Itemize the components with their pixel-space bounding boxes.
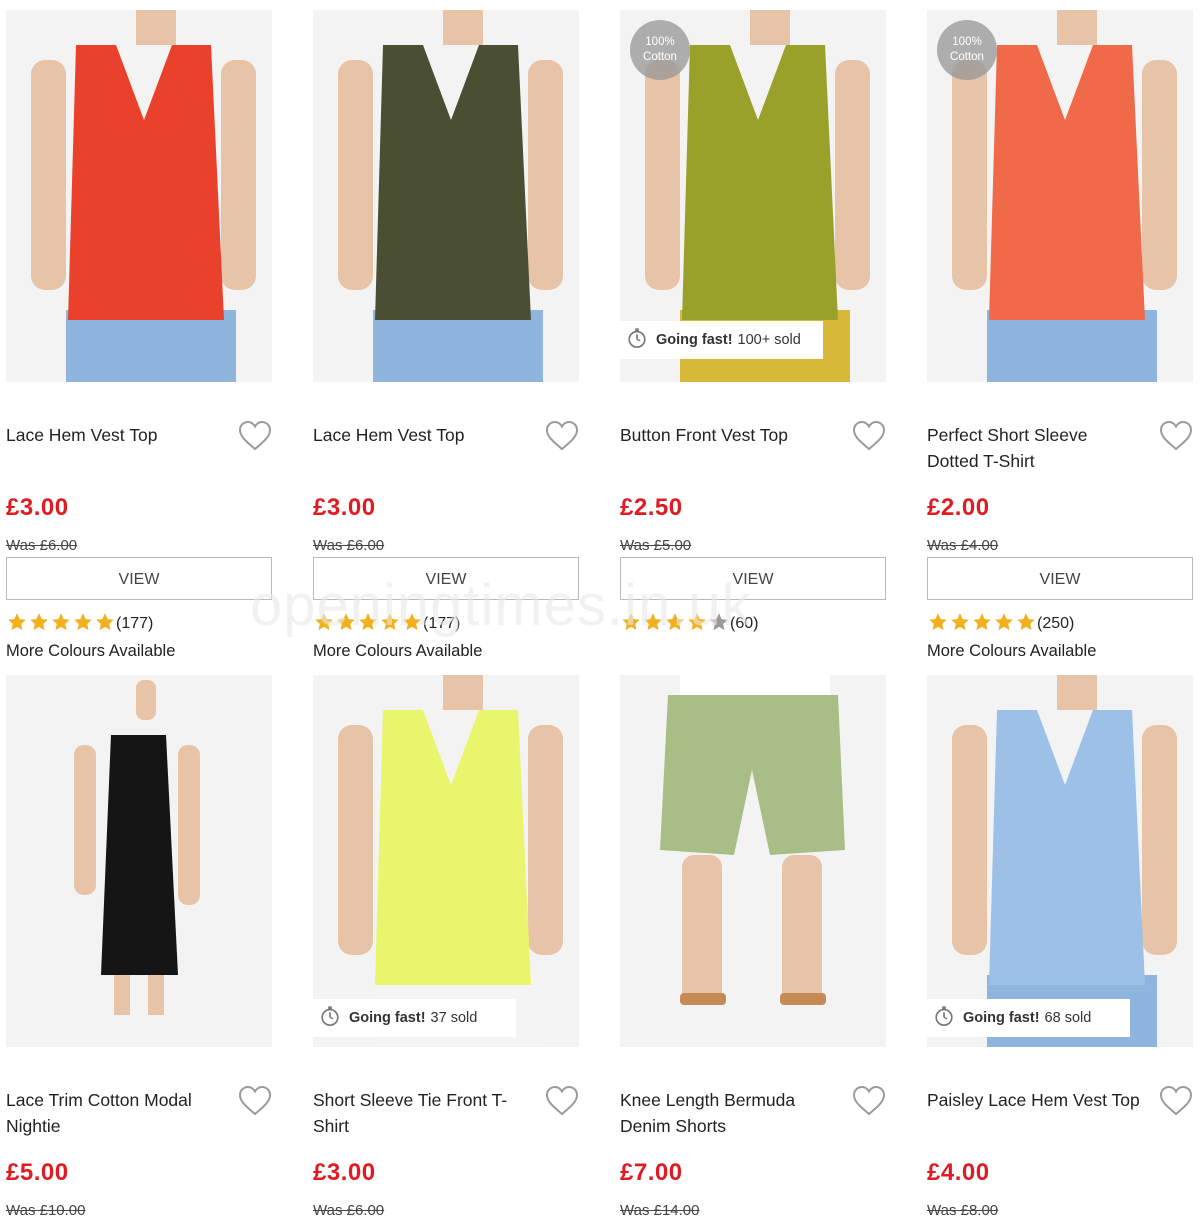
sold-count: 37 sold — [430, 1010, 478, 1026]
star-filled-icon — [50, 611, 72, 638]
view-button[interactable]: VIEW — [620, 557, 886, 600]
sale-price: £7.00 — [620, 1159, 683, 1186]
rating[interactable]: (177) — [6, 611, 153, 637]
was-price: Was £4.00 — [927, 537, 999, 554]
star-filled-icon — [401, 611, 423, 638]
going-fast-banner: Going fast! 37 sold — [313, 999, 516, 1037]
sale-price: £5.00 — [6, 1159, 69, 1186]
star-rating — [313, 611, 423, 638]
wishlist-heart-icon[interactable] — [1159, 420, 1193, 452]
product-image[interactable]: 100% Cotton Going fast! 100+ sold — [620, 10, 886, 382]
review-count: (177) — [423, 615, 461, 632]
product-name[interactable]: Button Front Vest Top — [620, 422, 835, 448]
wishlist-heart-icon[interactable] — [852, 420, 886, 452]
more-colours-link[interactable]: More Colours Available — [927, 642, 1096, 661]
product-name[interactable]: Lace Hem Vest Top — [6, 422, 221, 448]
rating[interactable]: (60) — [620, 611, 758, 637]
product-name[interactable]: Lace Hem Vest Top — [313, 422, 528, 448]
review-count: (250) — [1037, 615, 1075, 632]
was-price: Was £6.00 — [313, 1202, 385, 1219]
star-filled-icon — [313, 611, 335, 638]
star-filled-icon — [357, 611, 379, 638]
sale-price: £2.00 — [927, 494, 990, 521]
star-filled-icon — [642, 611, 664, 638]
view-button[interactable]: VIEW — [313, 557, 579, 600]
star-filled-icon — [1015, 611, 1037, 638]
star-filled-icon — [664, 611, 686, 638]
stopwatch-icon — [933, 1005, 963, 1031]
sale-price: £4.00 — [927, 1159, 990, 1186]
cotton-badge: 100% Cotton — [937, 20, 997, 80]
wishlist-heart-icon[interactable] — [545, 420, 579, 452]
was-price: Was £6.00 — [6, 537, 78, 554]
star-filled-icon — [971, 611, 993, 638]
star-filled-icon — [686, 611, 708, 638]
product-image[interactable] — [313, 10, 579, 382]
was-price: Was £6.00 — [313, 537, 385, 554]
product-name[interactable]: Knee Length Bermuda Denim Shorts — [620, 1087, 835, 1139]
was-price: Was £14.00 — [620, 1202, 700, 1219]
sold-count: 100+ sold — [737, 332, 801, 348]
going-fast-label: Going fast! — [963, 1010, 1040, 1026]
sale-price: £3.00 — [313, 1159, 376, 1186]
more-colours-link[interactable]: More Colours Available — [6, 642, 175, 661]
sold-count: 68 sold — [1044, 1010, 1092, 1026]
sale-price: £3.00 — [6, 494, 69, 521]
going-fast-label: Going fast! — [656, 332, 733, 348]
star-rating — [620, 611, 730, 638]
star-filled-icon — [379, 611, 401, 638]
star-filled-icon — [72, 611, 94, 638]
product-name[interactable]: Lace Trim Cotton Modal Nightie — [6, 1087, 221, 1139]
product-image[interactable] — [6, 10, 272, 382]
view-button[interactable]: VIEW — [6, 557, 272, 600]
product-name[interactable]: Perfect Short Sleeve Dotted T-Shirt — [927, 422, 1142, 474]
star-rating — [6, 611, 116, 638]
star-filled-icon — [28, 611, 50, 638]
product-name[interactable]: Short Sleeve Tie Front T-Shirt — [313, 1087, 528, 1139]
sale-price: £3.00 — [313, 494, 376, 521]
star-filled-icon — [335, 611, 357, 638]
product-image[interactable]: Going fast! 68 sold — [927, 675, 1193, 1047]
was-price: Was £5.00 — [620, 537, 692, 554]
wishlist-heart-icon[interactable] — [1159, 1085, 1193, 1117]
star-filled-icon — [993, 611, 1015, 638]
was-price: Was £8.00 — [927, 1202, 999, 1219]
going-fast-banner: Going fast! 100+ sold — [620, 321, 823, 359]
wishlist-heart-icon[interactable] — [238, 420, 272, 452]
star-filled-icon — [949, 611, 971, 638]
star-filled-icon — [927, 611, 949, 638]
product-image[interactable]: Going fast! 37 sold — [313, 675, 579, 1047]
rating[interactable]: (250) — [927, 611, 1074, 637]
wishlist-heart-icon[interactable] — [545, 1085, 579, 1117]
product-image[interactable] — [620, 675, 886, 1047]
star-filled-icon — [6, 611, 28, 638]
view-button[interactable]: VIEW — [927, 557, 1193, 600]
wishlist-heart-icon[interactable] — [852, 1085, 886, 1117]
review-count: (177) — [116, 615, 154, 632]
was-price: Was £10.00 — [6, 1202, 86, 1219]
star-filled-icon — [94, 611, 116, 638]
going-fast-banner: Going fast! 68 sold — [927, 999, 1130, 1037]
review-count: (60) — [730, 615, 759, 632]
star-rating — [927, 611, 1037, 638]
cotton-badge: 100% Cotton — [630, 20, 690, 80]
product-name[interactable]: Paisley Lace Hem Vest Top — [927, 1087, 1142, 1113]
more-colours-link[interactable]: More Colours Available — [313, 642, 482, 661]
product-image[interactable] — [6, 675, 272, 1047]
going-fast-label: Going fast! — [349, 1010, 426, 1026]
star-filled-icon — [620, 611, 642, 638]
product-image[interactable]: 100% Cotton — [927, 10, 1193, 382]
stopwatch-icon — [319, 1005, 349, 1031]
star-empty-icon — [708, 611, 730, 638]
stopwatch-icon — [626, 327, 656, 353]
rating[interactable]: (177) — [313, 611, 460, 637]
sale-price: £2.50 — [620, 494, 683, 521]
wishlist-heart-icon[interactable] — [238, 1085, 272, 1117]
